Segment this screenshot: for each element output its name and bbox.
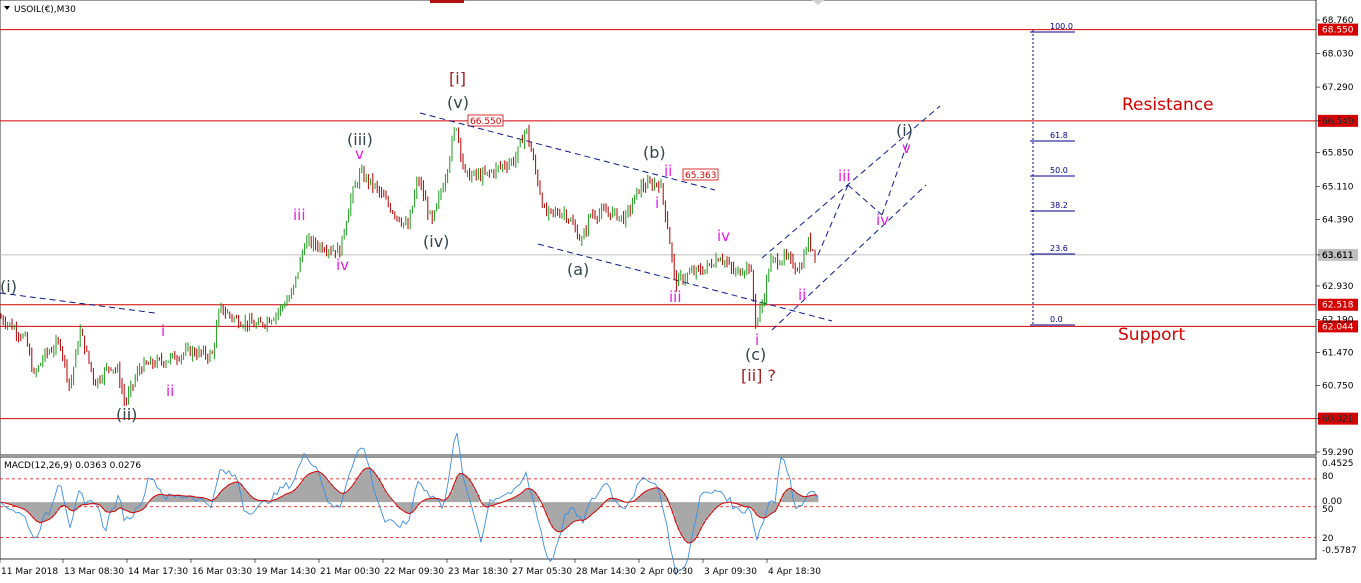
fib-label: 61.8 xyxy=(1050,131,1068,140)
macd-label: MACD(12,26,9) 0.0363 0.0276 xyxy=(4,461,141,471)
wave-label-minor: v xyxy=(902,139,911,157)
level-price-label: 62.518 xyxy=(1322,301,1354,311)
resistance-label: Resistance xyxy=(1122,95,1214,115)
wave-label: (i) xyxy=(896,121,913,140)
y-tick-label: 61.470 xyxy=(1322,349,1354,359)
macd-panel-frame xyxy=(0,456,1317,560)
wave-label-degree: [i] xyxy=(449,69,466,88)
wave-label-minor: ii xyxy=(166,382,174,400)
y-tick-label: 66.549 xyxy=(1322,117,1354,127)
chart-window: USOIL(€),M30 68.550 66.549 63.611 62.518 62.… xyxy=(0,0,1361,583)
x-tick-label: 4 Apr 18:30 xyxy=(768,567,821,577)
symbol-label: USOIL(€),M30 xyxy=(14,5,76,15)
wave-label-minor: iv xyxy=(876,211,889,229)
price-callout-label: 65.363 xyxy=(685,171,717,181)
macd-scale-label: -0.5787 xyxy=(1322,546,1357,556)
macd-scale-label: 20 xyxy=(1322,534,1334,544)
wave-label: (ii) xyxy=(116,405,137,424)
wave-label-minor: i xyxy=(161,322,165,340)
x-tick-label: 22 Mar 09:30 xyxy=(384,567,444,577)
y-tick-label: 63.611 xyxy=(1322,251,1354,261)
wave-label-minor: i xyxy=(755,331,759,349)
macd-scale-label: 0.4525 xyxy=(1322,459,1354,469)
fib-label: 23.6 xyxy=(1050,244,1068,253)
price-panel-frame xyxy=(0,0,1317,456)
wave-label: (iv) xyxy=(423,232,449,251)
y-tick-label: 68.760 xyxy=(1322,16,1354,26)
y-tick-label: 60.021 xyxy=(1322,415,1354,425)
y-tick-label: 68.030 xyxy=(1322,49,1354,59)
wave-label-degree: [ii] ? xyxy=(741,366,776,385)
wave-label-minor: iv xyxy=(717,227,730,245)
chart-canvas[interactable]: USOIL(€),M30 68.550 66.549 63.611 62.518 62.… xyxy=(0,0,1361,583)
macd-scale-label: 50 xyxy=(1322,505,1334,515)
y-tick-label: 65.850 xyxy=(1322,149,1354,159)
x-tick-label: 3 Apr 09:30 xyxy=(704,567,757,577)
y-tick-label: 59.290 xyxy=(1322,448,1354,458)
macd-scale-label: 80 xyxy=(1322,472,1334,482)
x-tick-label: 23 Mar 18:30 xyxy=(448,567,508,577)
y-tick-label: 62.930 xyxy=(1322,282,1354,292)
fib-label: 50.0 xyxy=(1050,166,1068,175)
fib-label: 100.0 xyxy=(1050,22,1073,31)
y-tick-label: 64.390 xyxy=(1322,215,1354,225)
y-tick-label: 60.750 xyxy=(1322,381,1354,391)
x-tick-label: 28 Mar 14:30 xyxy=(576,567,636,577)
wave-label-minor: iii xyxy=(293,206,306,224)
x-tick-label: 2 Apr 00:30 xyxy=(640,567,693,577)
x-tick-label: 11 Mar 2018 xyxy=(1,567,58,577)
wave-label-minor: ii xyxy=(798,286,806,304)
level-price-label: 68.550 xyxy=(1322,26,1354,36)
x-tick-label: 21 Mar 00:30 xyxy=(320,567,380,577)
wave-label-minor: ii xyxy=(664,162,672,180)
price-callout-label: 66.550 xyxy=(470,117,502,127)
fib-label: 0.0 xyxy=(1050,315,1063,324)
x-tick-label: 16 Mar 03:30 xyxy=(192,567,252,577)
x-tick-label: 13 Mar 08:30 xyxy=(64,567,124,577)
wave-label-minor: iii xyxy=(669,288,682,306)
y-tick-label: 65.110 xyxy=(1322,183,1354,193)
x-tick-label: 19 Mar 14:30 xyxy=(256,567,316,577)
x-tick-label: 27 Mar 05:30 xyxy=(512,567,572,577)
top-marker xyxy=(430,0,464,3)
wave-label: (i) xyxy=(0,277,17,296)
wave-label-minor: iv xyxy=(336,256,349,274)
wave-label: (a) xyxy=(567,260,589,279)
wave-label: (v) xyxy=(447,93,469,112)
y-tick-label: 62.190 xyxy=(1322,316,1354,326)
wave-label-minor: iii xyxy=(838,167,851,185)
fib-label: 38.2 xyxy=(1050,201,1068,210)
y-tick-label: 67.290 xyxy=(1322,83,1354,93)
wave-label-minor: i xyxy=(655,194,659,212)
wave-label-minor: v xyxy=(355,145,364,163)
wave-label: (b) xyxy=(643,143,666,162)
x-tick-label: 14 Mar 17:30 xyxy=(128,567,188,577)
support-label: Support xyxy=(1118,325,1186,345)
